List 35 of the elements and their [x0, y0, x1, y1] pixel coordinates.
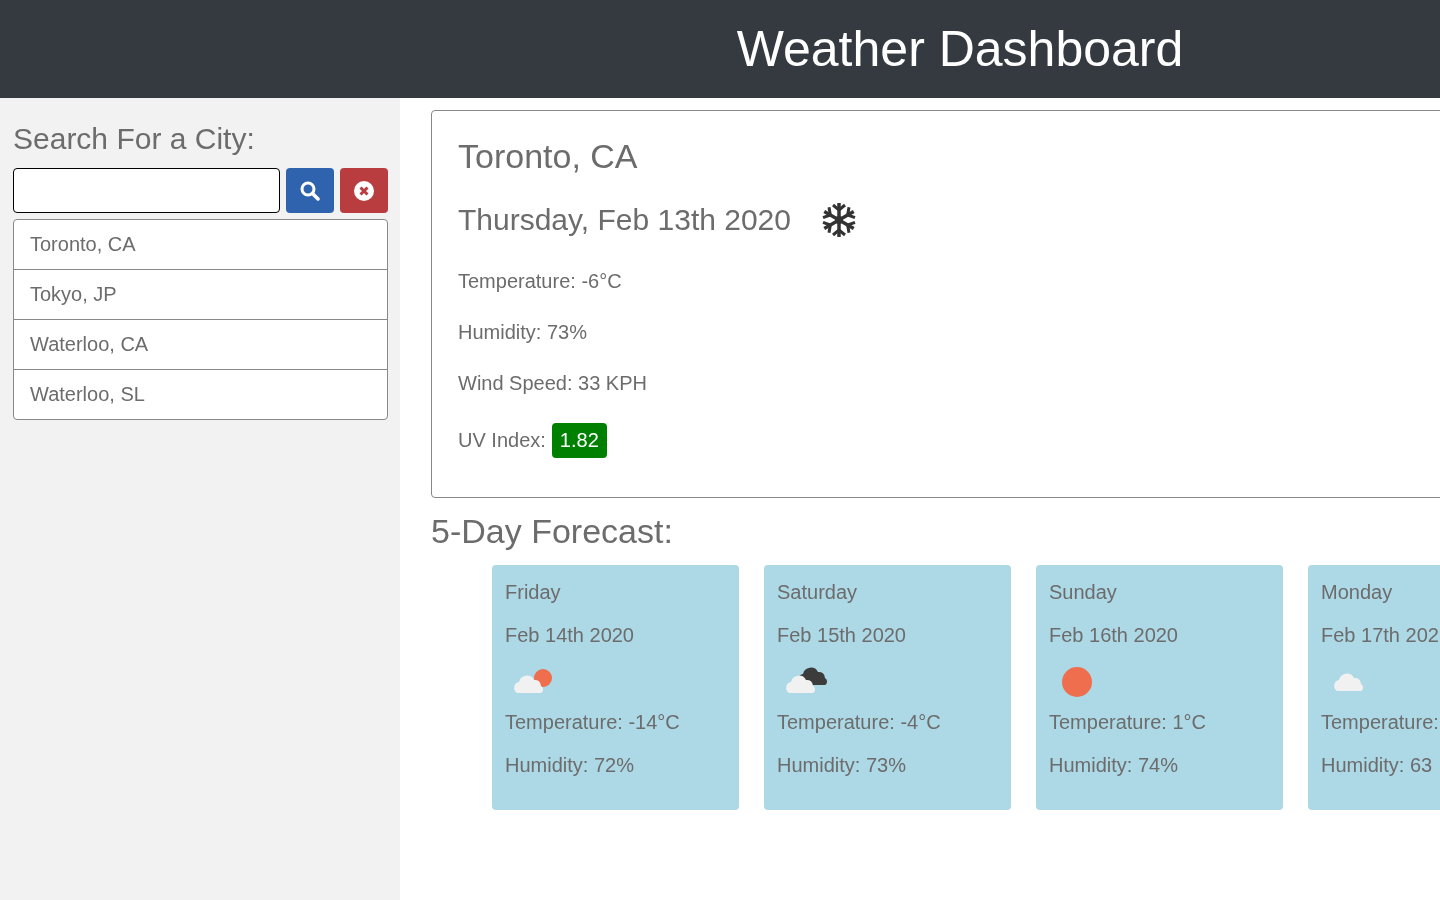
history-item[interactable]: Waterloo, SL [14, 369, 387, 419]
forecast-day: Sunday [1049, 581, 1117, 604]
forecast-temperature: Temperature: -14°C [505, 711, 680, 734]
forecast-humidity: Humidity: 72% [505, 754, 634, 777]
forecast-temperature: Temperature: 1°C [1049, 711, 1206, 734]
temperature-text: Temperature: -6°C [458, 270, 623, 293]
uv-label: UV Index: [458, 429, 546, 452]
forecast-heading: 5-Day Forecast: [431, 512, 674, 551]
forecast-temperature: Temperature: [1321, 711, 1439, 734]
history-item[interactable]: Waterloo, CA [14, 319, 387, 369]
humidity-text: Humidity: 73% [458, 321, 588, 344]
forecast-day: Friday [505, 581, 561, 604]
history-item[interactable]: Tokyo, JP [14, 269, 387, 319]
forecast-date: Feb 15th 2020 [777, 624, 906, 647]
forecast-humidity: Humidity: 74% [1049, 754, 1178, 777]
history-item[interactable]: Toronto, CA [14, 220, 387, 269]
app-title: Weather Dashboard [736, 20, 1184, 78]
forecast-day: Monday [1321, 581, 1393, 604]
city-name: Toronto, CA [458, 137, 639, 176]
forecast-day: Saturday [777, 581, 858, 604]
clear-button[interactable] [340, 168, 388, 213]
forecast-date: Feb 17th 202 [1321, 624, 1439, 647]
forecast-date: Feb 16th 2020 [1049, 624, 1178, 647]
search-heading: Search For a City: [13, 122, 256, 156]
search-icon [300, 180, 320, 201]
close-icon [354, 180, 374, 201]
forecast-date: Feb 14th 2020 [505, 624, 634, 647]
forecast-temperature: Temperature: -4°C [777, 711, 941, 734]
search-field[interactable] [13, 168, 280, 213]
uv-value: 1.82 [551, 423, 607, 458]
search-button[interactable] [286, 168, 334, 213]
forecast-humidity: Humidity: 63 [1321, 754, 1433, 777]
forecast-humidity: Humidity: 73% [777, 754, 906, 777]
wind-speed-text: Wind Speed: 33 KPH [458, 372, 648, 395]
current-date: Thursday, Feb 13th 2020 [458, 203, 791, 237]
